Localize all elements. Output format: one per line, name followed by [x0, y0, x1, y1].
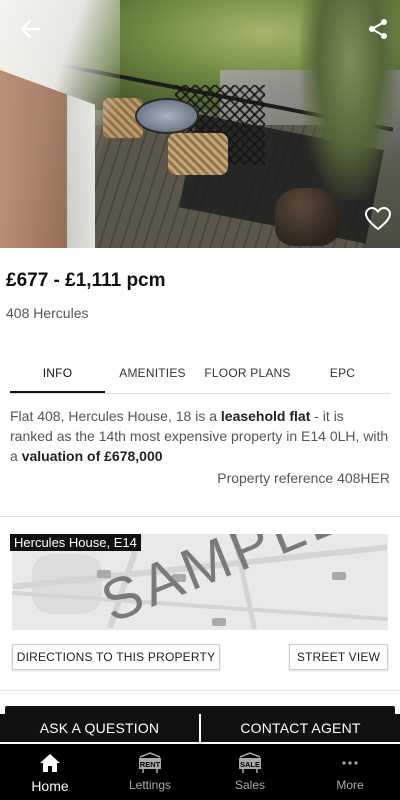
nav-sales-label: Sales — [234, 778, 266, 792]
nav-home[interactable]: Home — [0, 744, 100, 800]
street-view-button[interactable]: STREET VIEW — [289, 644, 388, 670]
nav-more[interactable]: More — [300, 744, 400, 800]
tab-epc[interactable]: EPC — [295, 360, 390, 393]
tab-floor-plans[interactable]: FLOOR PLANS — [200, 360, 295, 393]
map-location-label: Hercules House, E14 — [10, 534, 141, 551]
rent-sign-icon: RENT — [139, 752, 161, 773]
heart-icon — [364, 206, 392, 231]
share-icon — [369, 19, 387, 39]
partially-visible-section — [5, 706, 395, 714]
directions-button[interactable]: DIRECTIONS TO THIS PROPERTY — [12, 644, 220, 670]
detail-tabs: INFO AMENITIES FLOOR PLANS EPC — [10, 360, 390, 394]
nav-lettings-label: Lettings — [128, 778, 172, 792]
divider — [0, 516, 400, 517]
back-arrow-icon — [20, 19, 41, 39]
divider — [0, 690, 400, 691]
tab-info[interactable]: INFO — [10, 360, 105, 393]
property-photo[interactable] — [0, 0, 400, 248]
photo-plant-pot — [275, 188, 339, 246]
nav-lettings[interactable]: RENT Lettings — [100, 744, 200, 800]
nav-sales[interactable]: SALE Sales — [200, 744, 300, 800]
photo-table — [135, 98, 199, 134]
nav-more-label: More — [336, 778, 364, 792]
price: £677 - £1,111 pcm — [6, 270, 166, 291]
bottom-navigation: Home RENT Lettings SALE Sales More — [0, 744, 400, 800]
property-reference: Property reference 408HER — [217, 470, 390, 486]
tab-amenities[interactable]: AMENITIES — [105, 360, 200, 393]
contact-agent-button[interactable]: CONTACT AGENT — [201, 714, 400, 742]
back-button[interactable] — [12, 14, 48, 44]
property-address: 408 Hercules — [6, 305, 89, 321]
rent-badge-text: RENT — [140, 760, 161, 769]
favorite-button[interactable] — [360, 202, 396, 236]
share-button[interactable] — [360, 14, 396, 44]
ask-question-button[interactable]: ASK A QUESTION — [0, 714, 199, 742]
description-tenure: leasehold flat — [220, 408, 311, 424]
nav-home-label: Home — [31, 778, 69, 794]
description-valuation: valuation of £678,000 — [21, 448, 163, 464]
home-icon — [40, 754, 60, 772]
description-text: Flat 408, Hercules House, 18 is a — [10, 408, 221, 424]
sale-sign-icon: SALE — [239, 752, 261, 773]
photo-chair — [168, 133, 228, 175]
sale-badge-text: SALE — [240, 760, 260, 769]
map-marker — [212, 618, 226, 626]
more-dots-icon — [342, 761, 358, 765]
map-marker — [332, 572, 346, 580]
property-description: Flat 408, Hercules House, 18 is a leaseh… — [10, 406, 390, 466]
